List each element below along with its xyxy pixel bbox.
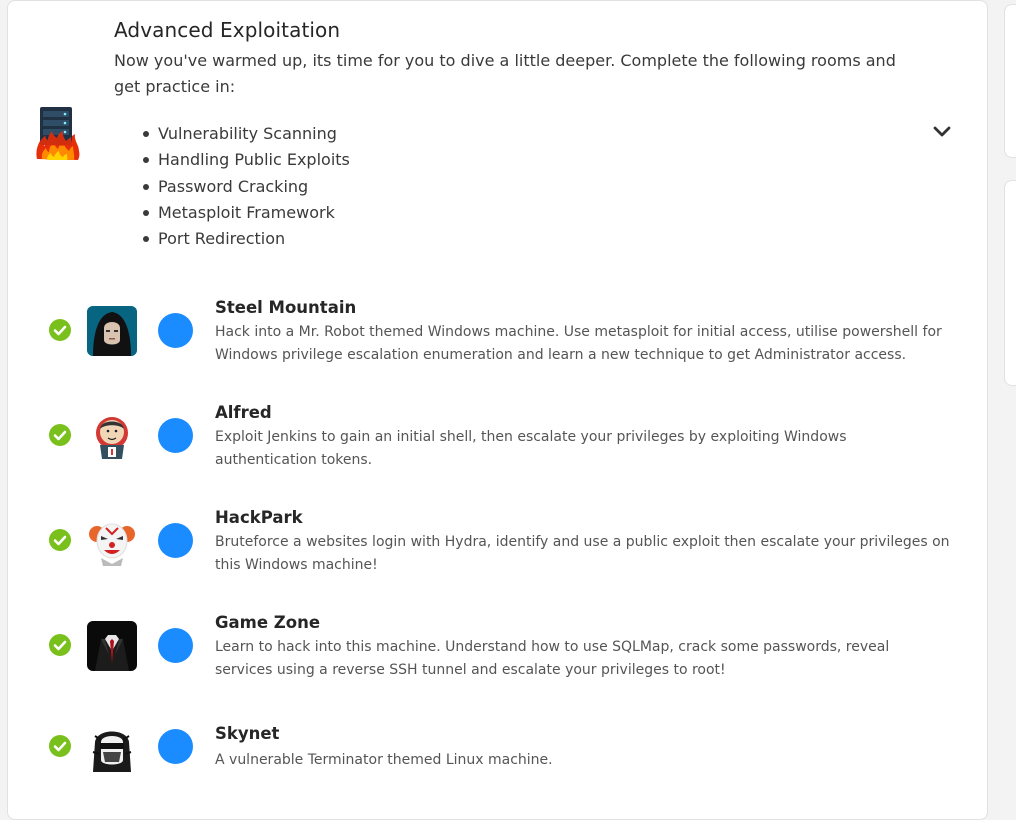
- terminator-avatar: [87, 722, 137, 772]
- room-row-alfred[interactable]: Alfred Exploit Jenkins to gain an initia…: [8, 402, 989, 482]
- topic-item: Metasploit Framework: [141, 200, 350, 226]
- room-title[interactable]: Steel Mountain: [215, 298, 356, 317]
- topic-list: Vulnerability Scanning Handling Public E…: [141, 121, 350, 252]
- room-row-steel-mountain[interactable]: Steel Mountain Hack into a Mr. Robot the…: [8, 297, 989, 377]
- topic-item: Vulnerability Scanning: [141, 121, 350, 147]
- room-status-dot: [158, 628, 193, 663]
- room-description: Learn to hack into this machine. Underst…: [215, 639, 890, 678]
- topic-item: Password Cracking: [141, 174, 350, 200]
- room-title[interactable]: Skynet: [215, 724, 279, 743]
- room-description: A vulnerable Terminator themed Linux mac…: [215, 752, 553, 768]
- completed-check-icon: [49, 634, 71, 656]
- room-description: Bruteforce a websites login with Hydra, …: [215, 534, 950, 573]
- completed-check-icon: [49, 529, 71, 551]
- room-row-game-zone[interactable]: Game Zone Learn to hack into this machin…: [8, 612, 989, 692]
- module-title: Advanced Exploitation: [114, 18, 341, 42]
- room-title[interactable]: HackPark: [215, 508, 303, 527]
- room-status-dot: [158, 729, 193, 764]
- burning-server-icon: [35, 105, 81, 161]
- clown-avatar: [87, 516, 137, 566]
- room-row-skynet[interactable]: Skynet A vulnerable Terminator themed Li…: [8, 713, 989, 793]
- mr-robot-avatar: [87, 306, 137, 356]
- completed-check-icon: [49, 319, 71, 341]
- completed-check-icon: [49, 735, 71, 757]
- side-panel-card-top: [1004, 4, 1016, 158]
- room-status-dot: [158, 523, 193, 558]
- topic-item: Handling Public Exploits: [141, 147, 350, 173]
- room-row-hackpark[interactable]: HackPark Bruteforce a websites login wit…: [8, 507, 989, 587]
- agent-suit-avatar: [87, 621, 137, 671]
- chevron-down-icon[interactable]: [932, 123, 952, 141]
- jenkins-butler-avatar: [87, 411, 137, 461]
- topic-item: Port Redirection: [141, 226, 350, 252]
- completed-check-icon: [49, 424, 71, 446]
- room-status-dot: [158, 418, 193, 453]
- module-card: Advanced Exploitation Now you've warmed …: [7, 0, 988, 820]
- room-title[interactable]: Game Zone: [215, 613, 320, 632]
- room-description: Hack into a Mr. Robot themed Windows mac…: [215, 324, 942, 363]
- room-status-dot: [158, 313, 193, 348]
- side-panel-card-bottom: [1004, 180, 1016, 386]
- room-description: Exploit Jenkins to gain an initial shell…: [215, 429, 847, 468]
- room-title[interactable]: Alfred: [215, 403, 272, 422]
- module-description: Now you've warmed up, its time for you t…: [114, 51, 896, 96]
